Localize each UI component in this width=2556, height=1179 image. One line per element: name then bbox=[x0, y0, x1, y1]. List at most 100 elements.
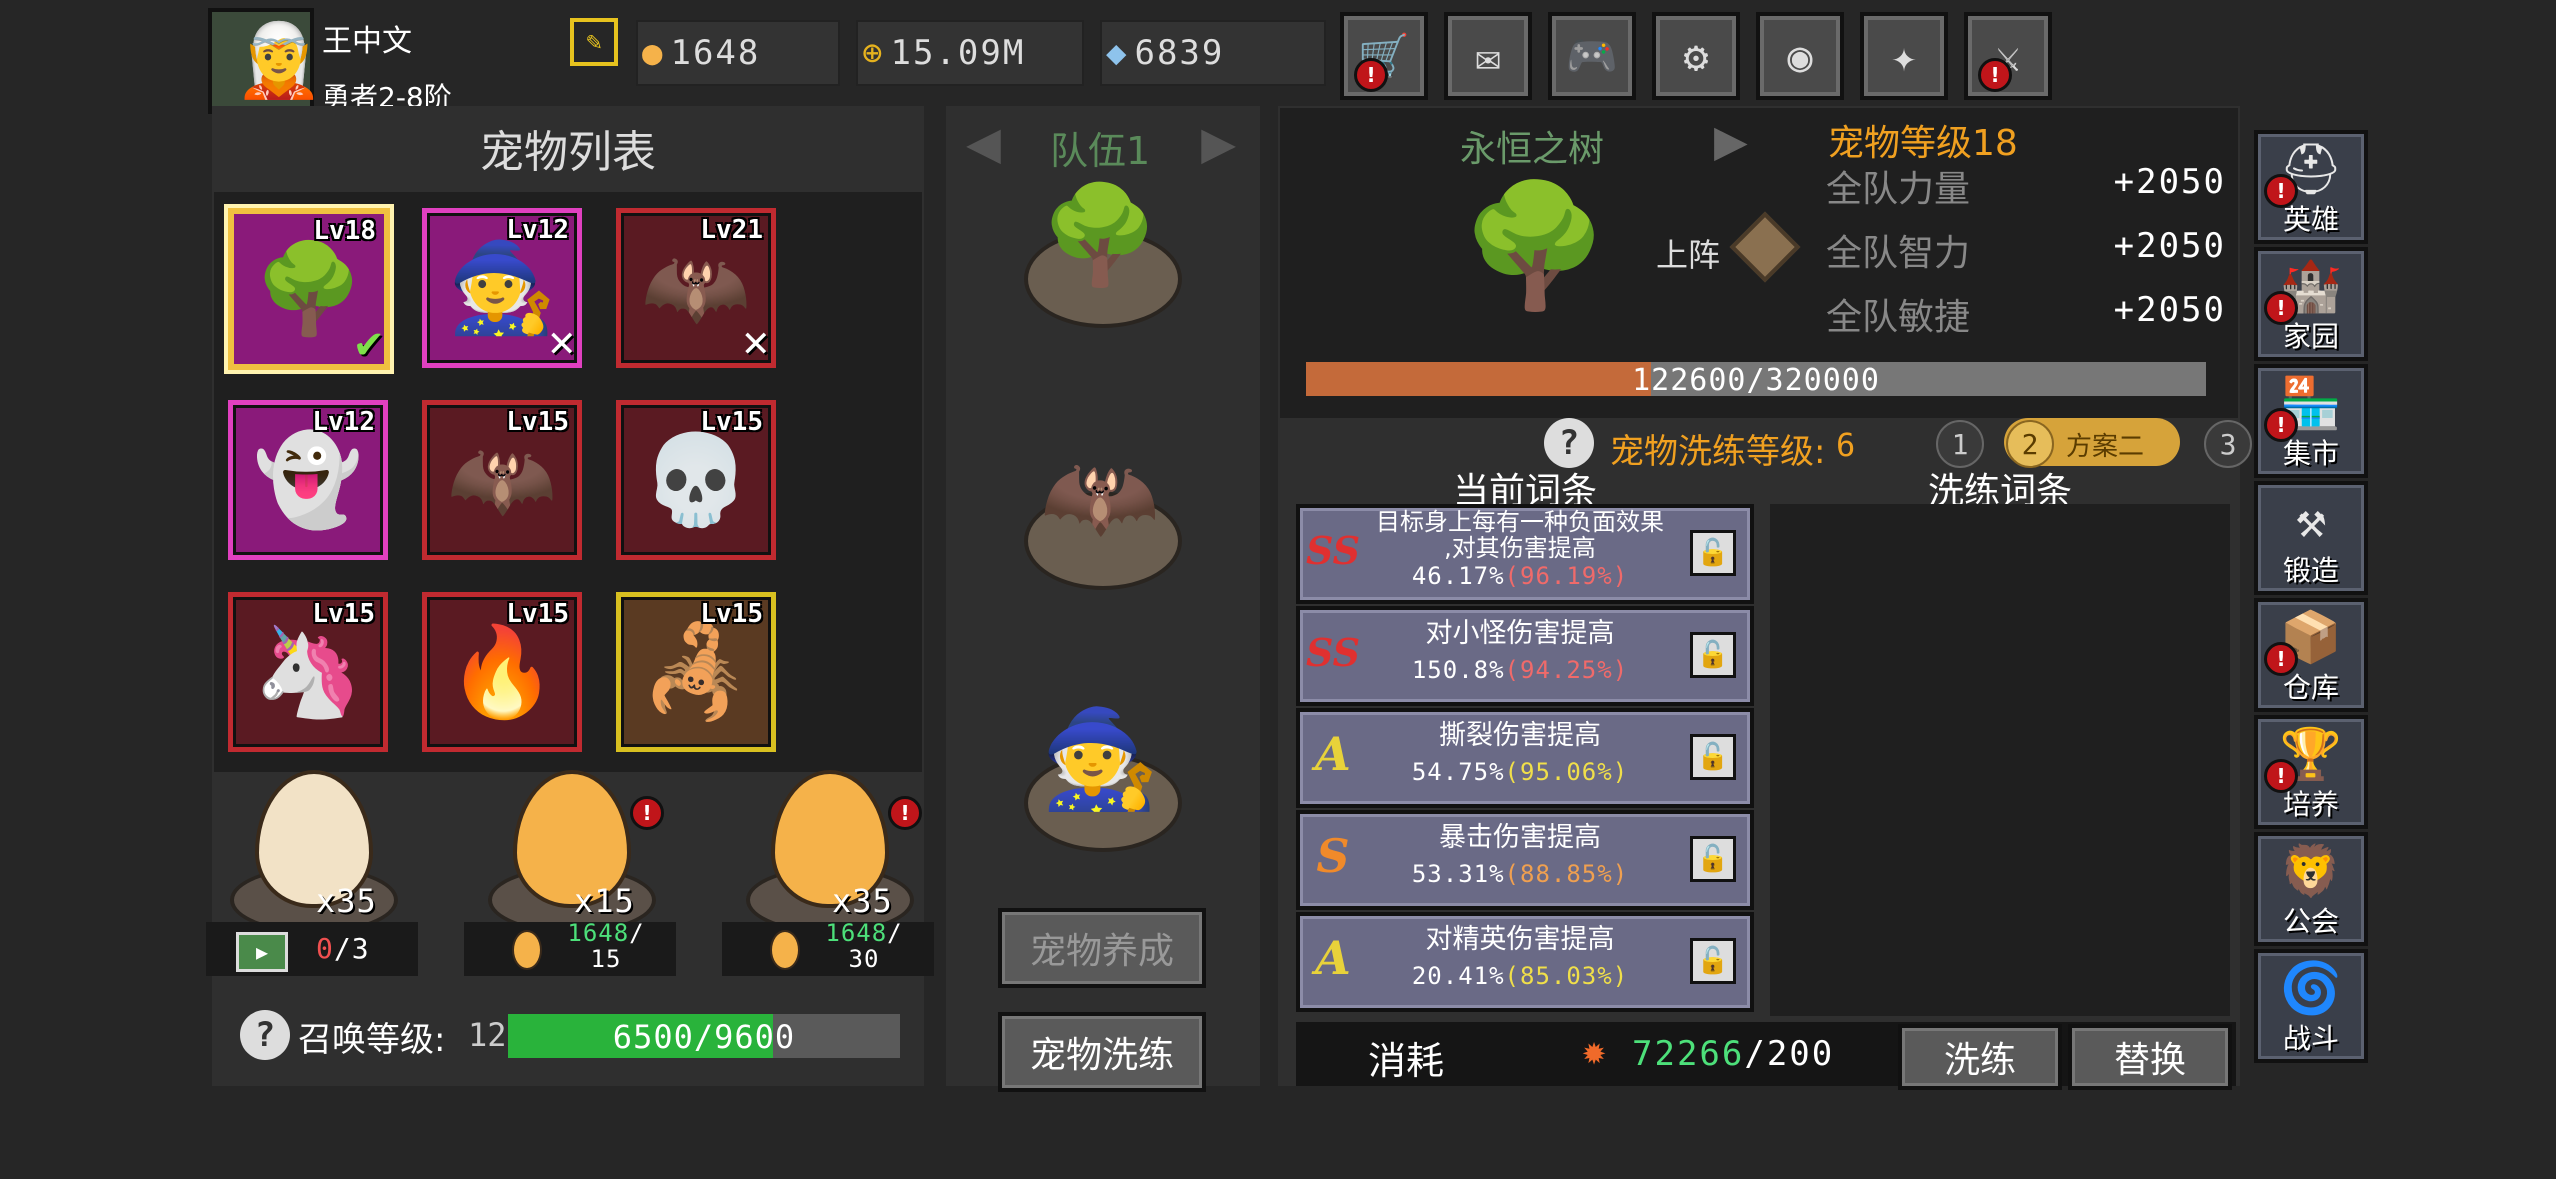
cost-need: /200 bbox=[1744, 1034, 1835, 1074]
egg-cost-owned: 1648 bbox=[567, 919, 630, 947]
egg-cost-required: 15 bbox=[590, 945, 622, 973]
refine-button[interactable]: 洗练 bbox=[1898, 1024, 2062, 1090]
side-menu-label: 锻造 bbox=[2282, 554, 2339, 587]
refine-traits-area bbox=[1770, 504, 2230, 1016]
pet-level-badge: Lv12 bbox=[506, 215, 569, 245]
team-stat-value: +2050 bbox=[2113, 226, 2226, 266]
pet-card[interactable]: 🧙 Lv12 ✕ bbox=[422, 208, 582, 368]
ad-used-count: 0 bbox=[316, 932, 334, 965]
plan-2-button[interactable]: 2 方案二 bbox=[2004, 418, 2180, 468]
side-menu-3-button[interactable]: ⚒ 锻造 bbox=[2254, 481, 2368, 595]
egg-count: x15 bbox=[574, 882, 635, 920]
pet-portrait-icon: 🔥 bbox=[447, 620, 557, 723]
gem-plus-icon[interactable]: ◆ bbox=[1106, 33, 1126, 73]
team-prev-arrow-icon[interactable]: ◀ bbox=[966, 113, 1001, 171]
current-traits-list: SS 目标身上每有一种负面效果 ,对其伤害提高 46.17%(96.19%) 🔓 SS 对小… bbox=[1296, 504, 1756, 1016]
side-menu-0-button[interactable]: ⛑ 英雄! bbox=[2254, 130, 2368, 244]
egg-cost-separator: / bbox=[629, 919, 645, 947]
egg-slot[interactable]: x35 ▶ 0/3 bbox=[200, 770, 450, 980]
trait-card[interactable]: A 撕裂伤害提高 54.75%(95.06%) 🔓 bbox=[1296, 708, 1754, 808]
pet-next-arrow-icon[interactable]: ▶ bbox=[1714, 108, 1748, 173]
pet-card[interactable]: 🦇 Lv21 ✕ bbox=[616, 208, 776, 368]
pet-refine-tab-button[interactable]: 宠物洗练 bbox=[998, 1012, 1206, 1092]
side-menu-1-button[interactable]: 🏰 家园! bbox=[2254, 247, 2368, 361]
pet-portrait-tree: 🌳 bbox=[1460, 177, 1610, 316]
unlock-icon[interactable]: 🔓 bbox=[1690, 938, 1736, 984]
settings-gear-icon: ⚙ bbox=[1683, 31, 1709, 81]
ad-max-count: /3 bbox=[333, 932, 370, 965]
trait-grade-badge: SS bbox=[1305, 629, 1361, 675]
side-menu-2-button[interactable]: 🏪 集市! bbox=[2254, 364, 2368, 478]
gold-coin-plus-icon[interactable]: ⊕ bbox=[862, 33, 882, 73]
swords-button[interactable]: ⚔! bbox=[1964, 12, 2052, 100]
egg-count: x35 bbox=[316, 882, 377, 920]
settings-gear-button[interactable]: ⚙ bbox=[1652, 12, 1740, 100]
egg-slot[interactable]: ! x15 1648/15 bbox=[458, 770, 708, 980]
trait-card[interactable]: S 暴击伤害提高 53.31%(88.85%) 🔓 bbox=[1296, 810, 1754, 910]
team-stat-label: 全队智力 bbox=[1826, 233, 1971, 274]
pet-card[interactable]: 🔥 Lv15 bbox=[422, 592, 582, 752]
team-slot[interactable]: 🌳 bbox=[1020, 170, 1182, 330]
team-next-arrow-icon[interactable]: ▶ bbox=[1201, 113, 1236, 171]
alert-badge-icon: ! bbox=[630, 796, 664, 830]
pet-level-label: 宠物等级18 bbox=[1828, 123, 2018, 164]
cost-amount: 72266/200 bbox=[1632, 1034, 1834, 1074]
pet-card[interactable]: 💀 Lv15 bbox=[616, 400, 776, 560]
trait-card[interactable]: SS 对小怪伤害提高 150.8%(94.25%) 🔓 bbox=[1296, 606, 1754, 706]
pet-portrait-icon: 🌳 bbox=[254, 237, 364, 340]
team-slot[interactable]: 🦇 bbox=[1020, 432, 1182, 592]
shop-cart-button[interactable]: 🛒! bbox=[1340, 12, 1428, 100]
team-stat-value: +2050 bbox=[2113, 290, 2226, 330]
plan-2-label: 方案二 bbox=[2066, 432, 2145, 462]
pet-train-button[interactable]: 宠物养成 bbox=[998, 908, 1206, 988]
refine-help-icon[interactable]: ? bbox=[1544, 418, 1594, 468]
trait-card[interactable]: A 对精英伤害提高 20.41%(85.03%) 🔓 bbox=[1296, 912, 1754, 1012]
egg-slot[interactable]: ! x35 1648/30 bbox=[716, 770, 966, 980]
egg-icon bbox=[770, 930, 800, 970]
pet-level-badge: Lv15 bbox=[506, 599, 569, 629]
mail-button[interactable]: ✉ bbox=[1444, 12, 1532, 100]
egg-cost-text: 0/3 bbox=[316, 932, 370, 965]
egg-cost-box: 1648/30 bbox=[722, 920, 934, 976]
pet-exp-text: 122600/320000 bbox=[1632, 363, 1880, 398]
plan-3-button[interactable]: 3 bbox=[2204, 420, 2252, 468]
pet-card[interactable]: 🦇 Lv15 bbox=[422, 400, 582, 560]
replace-button[interactable]: 替换 bbox=[2068, 1024, 2232, 1090]
pet-portrait-icon: 🦂 bbox=[641, 620, 751, 723]
team-stat-value: +2050 bbox=[2113, 162, 2226, 202]
unlock-icon[interactable]: 🔓 bbox=[1690, 530, 1736, 576]
egg-icon bbox=[512, 930, 542, 970]
gamepad-button[interactable]: 🎮 bbox=[1548, 12, 1636, 100]
pet-card[interactable]: 🌳 Lv18 ✔ bbox=[228, 208, 390, 370]
fireworks-button[interactable]: ✦ bbox=[1860, 12, 1948, 100]
pet-list-title: 宠物列表 bbox=[480, 127, 656, 178]
color-wheel-button[interactable]: ◉ bbox=[1756, 12, 1844, 100]
unlock-icon[interactable]: 🔓 bbox=[1690, 632, 1736, 678]
unlock-icon[interactable]: 🔓 bbox=[1690, 734, 1736, 780]
pet-card[interactable]: 🦂 Lv15 bbox=[616, 592, 776, 752]
not-deployed-x-icon: ✕ bbox=[548, 316, 576, 367]
pet-level-badge: Lv12 bbox=[312, 407, 375, 437]
pet-level-badge: Lv15 bbox=[700, 407, 763, 437]
plan-1-button[interactable]: 1 bbox=[1936, 420, 1984, 468]
player-avatar[interactable]: 🧝 bbox=[208, 8, 324, 114]
side-menu-6-button[interactable]: 🦁 公会 bbox=[2254, 832, 2368, 946]
team-slot[interactable]: 🧙 bbox=[1020, 694, 1182, 854]
pencil-icon[interactable]: ✎ bbox=[570, 18, 618, 66]
pet-level-badge: Lv15 bbox=[700, 599, 763, 629]
egg-cost-required: 30 bbox=[848, 945, 880, 973]
trait-card[interactable]: SS 目标身上每有一种负面效果 ,对其伤害提高 46.17%(96.19%) 🔓 bbox=[1296, 504, 1754, 604]
unlock-icon[interactable]: 🔓 bbox=[1690, 836, 1736, 882]
video-ad-icon: ▶ bbox=[236, 932, 288, 972]
pet-level-badge: Lv15 bbox=[506, 407, 569, 437]
pet-card[interactable]: 🦄 Lv15 bbox=[228, 592, 388, 752]
summon-help-icon[interactable]: ? bbox=[240, 1010, 290, 1060]
side-menu-4-button[interactable]: 📦 仓库! bbox=[2254, 598, 2368, 712]
side-menu-5-button[interactable]: 🏆 培养! bbox=[2254, 715, 2368, 829]
top-toolbar: 🛒! ✉ 🎮 ⚙ ◉ ✦ ⚔! bbox=[1340, 12, 2052, 100]
trait-value: 150.8%(94.25%) bbox=[1360, 656, 1680, 684]
plan-2-number: 2 bbox=[2006, 420, 2054, 468]
side-menu-7-button[interactable]: 🌀 战斗 bbox=[2254, 949, 2368, 1063]
side-menu-icon: 🌀 bbox=[2279, 959, 2343, 1017]
pet-card[interactable]: 👻 Lv12 bbox=[228, 400, 388, 560]
